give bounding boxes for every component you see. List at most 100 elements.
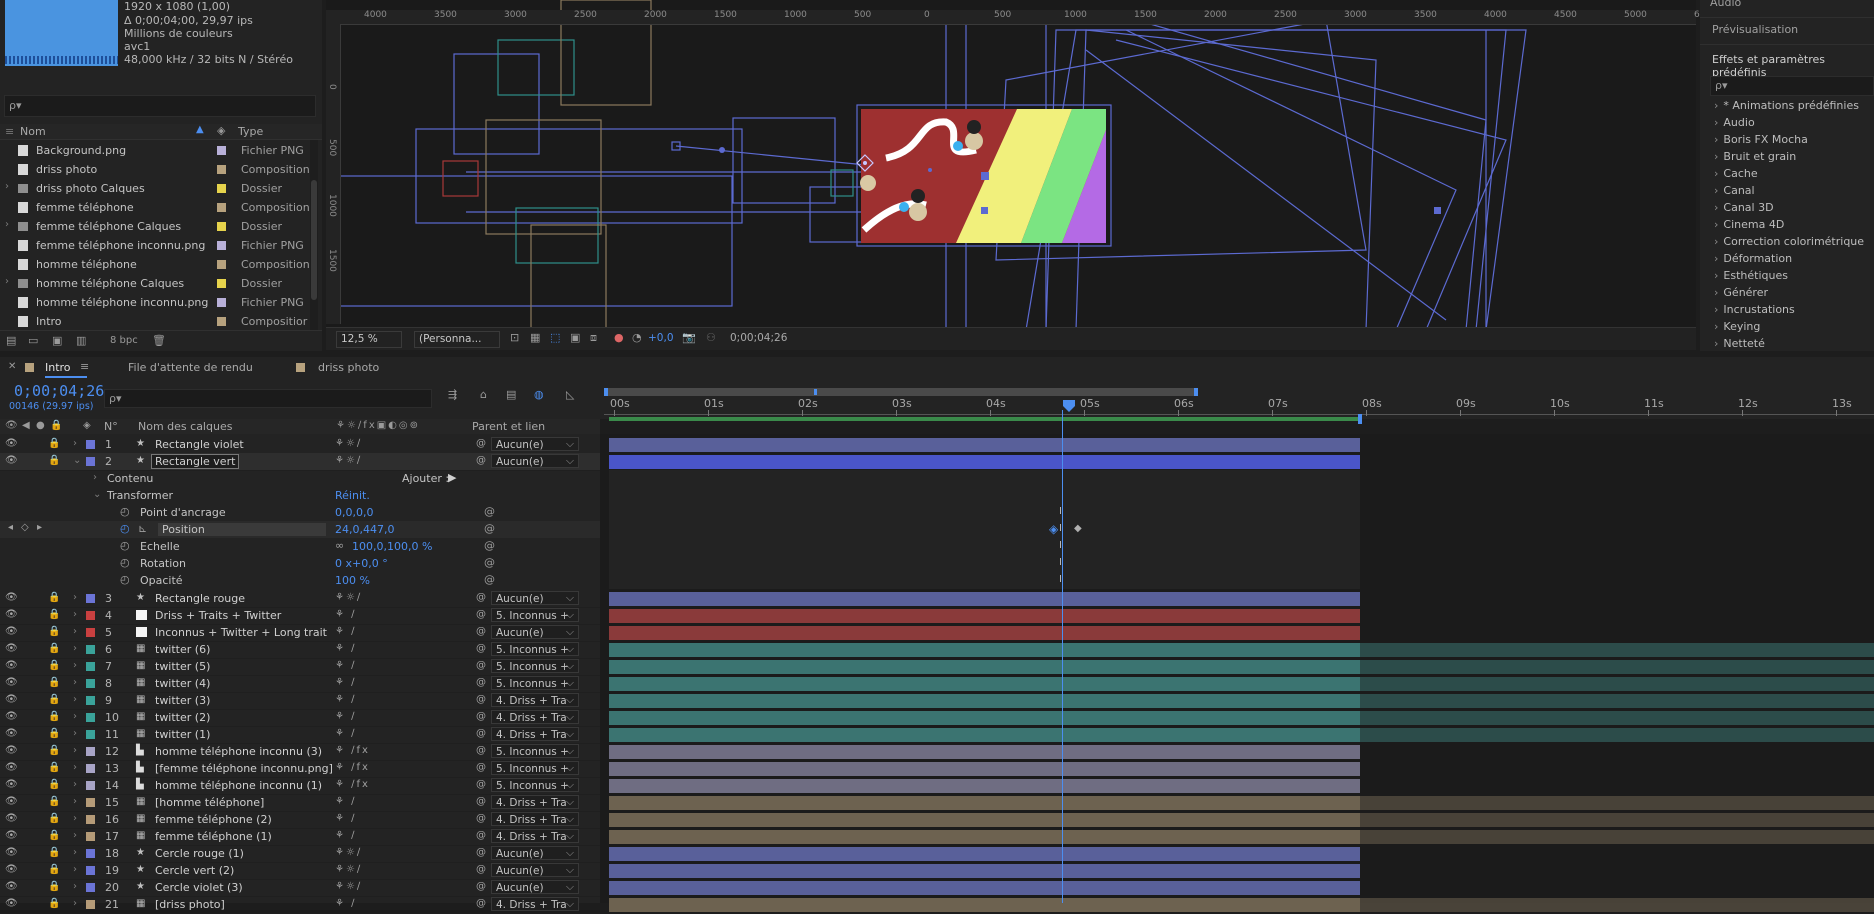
effect-category[interactable]: › * Animations prédéfinies xyxy=(1714,99,1859,112)
expand-chevron-icon[interactable]: › xyxy=(1714,235,1718,248)
project-item[interactable]: Intro Compositior xyxy=(0,312,310,331)
project-search-input[interactable]: ρ▾ xyxy=(4,95,316,117)
layer-switches[interactable]: ⚘ ∕ xyxy=(335,711,357,722)
lock-icon[interactable]: 🔒 xyxy=(48,660,60,671)
lock-icon[interactable]: 🔒 xyxy=(48,609,60,620)
layer-switches[interactable]: ⚘☼∕ xyxy=(335,847,362,858)
layer-duration-bar[interactable] xyxy=(609,847,1360,861)
3d-view-icon[interactable]: ⧈ xyxy=(590,331,597,345)
effect-category[interactable]: › Déformation xyxy=(1714,252,1792,265)
reset-transform-link[interactable]: Réinit. xyxy=(335,489,370,502)
layer-switches[interactable]: ⚘☼∕ xyxy=(335,881,362,892)
parent-dropdown[interactable]: 4. Driss + Tra xyxy=(491,829,579,843)
label-color-swatch[interactable] xyxy=(86,883,95,892)
layer-duration-bar[interactable] xyxy=(609,898,1360,912)
label-color-swatch[interactable] xyxy=(86,832,95,841)
pick-whip-icon[interactable]: @ xyxy=(476,847,486,858)
layer-duration-bar[interactable] xyxy=(609,745,1360,759)
project-item[interactable]: homme téléphone inconnu.png Fichier PNG xyxy=(0,293,310,312)
tab-menu-icon[interactable]: ≡ xyxy=(80,360,89,373)
lock-icon[interactable]: 🔒 xyxy=(48,813,60,824)
label-color-swatch[interactable] xyxy=(86,900,95,909)
show-snapshot-icon[interactable]: ⚇ xyxy=(706,331,716,344)
expand-chevron-icon[interactable]: › xyxy=(93,472,97,483)
viewer-timecode[interactable]: 0;00;04;26 xyxy=(730,332,787,344)
layer-row[interactable]: 👁 🔒 › 3 ★ Rectangle rouge ⚘☼∕ @ Aucun(e) xyxy=(0,590,600,608)
layer-row[interactable]: 👁 🔒 › 19 ★ Cercle vert (2) ⚘☼∕ @ Aucun(e) xyxy=(0,862,600,880)
pick-whip-icon[interactable]: @ xyxy=(476,455,486,466)
label-color-swatch[interactable] xyxy=(86,611,95,620)
project-item[interactable]: homme téléphone Composition xyxy=(0,255,310,274)
visibility-eye-icon[interactable]: 👁 xyxy=(5,609,18,620)
lock-icon[interactable]: 🔒 xyxy=(48,592,60,603)
visibility-eye-icon[interactable]: 👁 xyxy=(5,898,18,909)
layer-switches[interactable]: ⚘☼∕ xyxy=(335,592,362,603)
layer-switches[interactable]: ⚘☼∕ xyxy=(335,864,362,875)
stopwatch-icon[interactable]: ◴ xyxy=(120,522,130,535)
effect-category[interactable]: › Netteté xyxy=(1714,337,1765,350)
exposure-value[interactable]: +0,0 xyxy=(648,332,674,344)
layer-row[interactable]: 👁 🔒 › 7 ▦ twitter (5) ⚘ ∕ @5. Inconnus + xyxy=(0,658,600,676)
label-color-swatch[interactable] xyxy=(217,203,226,212)
label-color-swatch[interactable] xyxy=(217,184,226,193)
visibility-eye-icon[interactable]: 👁 xyxy=(5,677,18,688)
composition-mini-flowchart-icon[interactable]: ⇶ xyxy=(448,388,457,401)
parent-dropdown[interactable]: 5. Inconnus + xyxy=(491,761,579,775)
layer-row[interactable]: 👁 🔒 › 4 Driss + Traits + Twitter ⚘ ∕ @5. Incon… xyxy=(0,607,600,625)
label-color-swatch[interactable] xyxy=(217,317,226,326)
label-color-swatch[interactable] xyxy=(217,165,226,174)
label-color-swatch[interactable] xyxy=(86,849,95,858)
layer-switches[interactable]: ⚘☼∕ xyxy=(335,438,362,449)
layer-name[interactable]: [homme téléphone] xyxy=(155,796,264,809)
visibility-eye-icon[interactable]: 👁 xyxy=(5,592,18,603)
lock-icon[interactable]: 🔒 xyxy=(48,779,60,790)
current-time-display[interactable]: 0;00;04;26 xyxy=(14,382,104,400)
label-color-swatch[interactable] xyxy=(217,146,226,155)
layer-duration-bar[interactable] xyxy=(609,813,1360,827)
expand-chevron-icon[interactable]: › xyxy=(5,276,9,287)
label-color-swatch[interactable] xyxy=(86,798,95,807)
layer-row[interactable]: 👁 🔒 › 10 ▦ twitter (2) ⚘ ∕ @4. Driss + Tra xyxy=(0,709,600,727)
layer-row[interactable]: 👁 🔒 › 14 ▙ homme téléphone inconnu (1) ⚘ ∕fx @5… xyxy=(0,777,600,795)
expand-chevron-icon[interactable]: › xyxy=(1714,150,1718,163)
layer-name[interactable]: homme téléphone inconnu (3) xyxy=(155,745,322,758)
layer-row[interactable]: 👁 🔒 › 11 ▦ twitter (1) ⚘ ∕ @4. Driss + Tra xyxy=(0,726,600,744)
label-color-swatch[interactable] xyxy=(217,260,226,269)
layer-switches[interactable]: ⚘ ∕ xyxy=(335,694,357,705)
visibility-eye-icon[interactable]: 👁 xyxy=(5,745,18,756)
expand-chevron-icon[interactable]: › xyxy=(73,745,77,756)
layer-name[interactable]: Rectangle rouge xyxy=(155,592,245,605)
property-row[interactable]: ◴ ◂ ◇ ▸ ⊾ Position 24,0,447,0 @ xyxy=(0,521,600,538)
pick-whip-icon[interactable]: @ xyxy=(476,864,486,875)
effect-category[interactable]: › Boris FX Mocha xyxy=(1714,133,1808,146)
layer-duration-bar[interactable] xyxy=(609,626,1360,640)
add-keyframe-icon[interactable]: ◇ xyxy=(21,522,29,533)
column-type[interactable]: Type xyxy=(238,125,263,138)
expression-pick-whip-icon[interactable]: @ xyxy=(484,505,495,518)
property-value[interactable]: 0 x+0,0 ° xyxy=(335,557,388,570)
snapshot-icon[interactable]: 📷 xyxy=(682,331,696,344)
layer-row[interactable]: 👁 🔒 › 17 ▦ femme téléphone (1) ⚘ ∕ @4. Driss + … xyxy=(0,828,600,846)
selected-keyframe-icon[interactable]: ◈ xyxy=(1049,522,1058,536)
new-folder-icon[interactable]: ▭ xyxy=(28,334,38,347)
effect-category[interactable]: › Correction colorimétrique xyxy=(1714,235,1864,248)
layer-row[interactable]: 👁 🔒 › 8 ▦ twitter (4) ⚘ ∕ @5. Inconnus + xyxy=(0,675,600,693)
expand-chevron-icon[interactable]: › xyxy=(73,438,77,449)
expand-chevron-icon[interactable]: › xyxy=(73,898,77,909)
keyframe-icon[interactable]: ◆ xyxy=(1074,523,1082,534)
label-color-swatch[interactable] xyxy=(86,781,95,790)
label-color-swatch[interactable] xyxy=(86,747,95,756)
parent-dropdown[interactable]: 5. Inconnus + xyxy=(491,608,579,622)
layer-row[interactable]: 👁 🔒 › 20 ★ Cercle violet (3) ⚘☼∕ @ Aucun(e) xyxy=(0,879,600,897)
label-color-swatch[interactable] xyxy=(86,594,95,603)
effect-category[interactable]: › Générer xyxy=(1714,286,1768,299)
pick-whip-icon[interactable]: @ xyxy=(476,660,486,671)
layer-switches[interactable]: ⚘ ∕ xyxy=(335,660,357,671)
project-item[interactable]: Background.png Fichier PNG xyxy=(0,141,310,160)
expand-chevron-icon[interactable]: › xyxy=(73,609,77,620)
layer-row[interactable]: 👁 🔒 › 15 ▦ [homme téléphone] ⚘ ∕ @4. Driss + Tr… xyxy=(0,794,600,812)
visibility-eye-icon[interactable]: 👁 xyxy=(5,881,18,892)
lock-icon[interactable]: 🔒 xyxy=(48,847,60,858)
bit-depth-button[interactable]: 8 bpc xyxy=(110,335,138,346)
layer-name[interactable]: Inconnus + Twitter + Long trait xyxy=(155,626,327,639)
